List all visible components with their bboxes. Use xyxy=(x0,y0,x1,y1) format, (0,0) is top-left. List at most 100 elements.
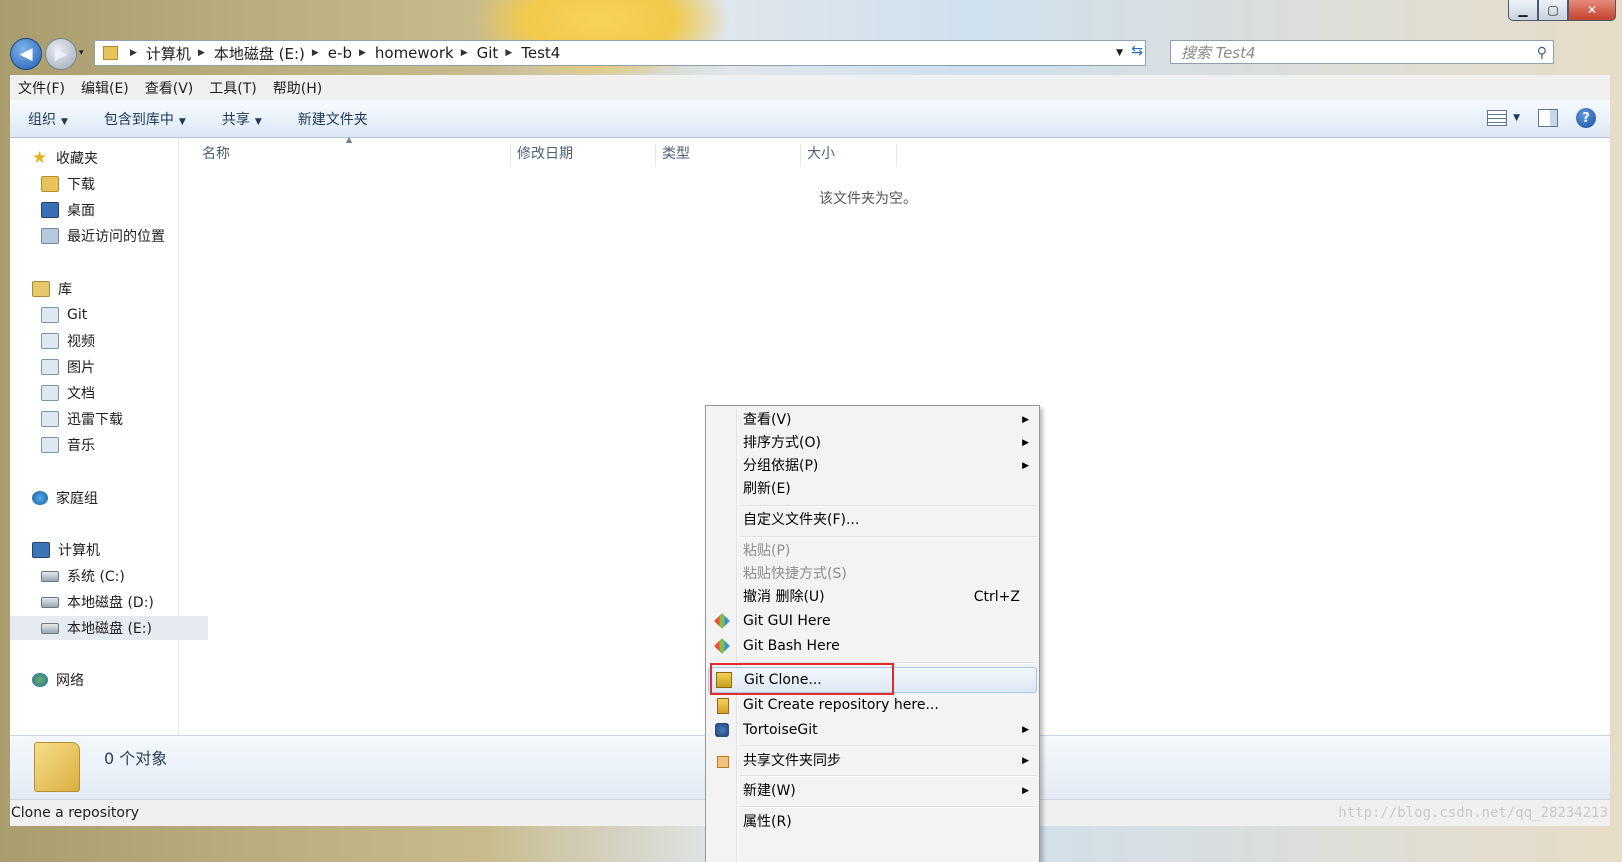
nav-recent-places[interactable]: 最近访问的位置 xyxy=(10,224,165,248)
breadcrumb-test4[interactable]: Test4 xyxy=(521,44,560,62)
column-header-size[interactable]: 大小 xyxy=(801,144,897,166)
help-icon[interactable]: ? xyxy=(1576,108,1596,128)
nav-label: 系统 (C:) xyxy=(67,569,125,585)
nav-drive-d[interactable]: 本地磁盘 (D:) xyxy=(10,590,154,614)
nav-favorites[interactable]: ★ 收藏夹 xyxy=(10,146,98,170)
menu-item-label: 自定义文件夹(F)... xyxy=(743,512,860,528)
nav-lib-documents[interactable]: 文档 xyxy=(10,381,95,405)
change-view-icon[interactable] xyxy=(1487,110,1508,126)
menu-item-undo-delete[interactable]: 撤消 删除(U) Ctrl+Z xyxy=(708,586,1037,608)
include-in-library-button[interactable]: 包含到库中 ▼ xyxy=(86,109,204,129)
menu-file[interactable]: 文件(F) xyxy=(10,78,73,98)
breadcrumb-git[interactable]: Git xyxy=(477,44,499,62)
object-count: 0 个对象 xyxy=(104,749,168,768)
menu-item-refresh[interactable]: 刷新(E) xyxy=(708,478,1037,500)
nav-computer[interactable]: 计算机 xyxy=(10,538,100,562)
navigation-bar: ◀ ▶ ▾ ▶ 计算机 ▶ 本地磁盘 (E:) ▶ e-b ▶ homework… xyxy=(10,36,1610,70)
nav-label: 收藏夹 xyxy=(56,151,98,167)
column-header-name[interactable]: 名称 xyxy=(196,144,511,166)
close-button[interactable]: ✕ xyxy=(1568,0,1616,21)
new-folder-label: 新建文件夹 xyxy=(297,111,368,128)
menu-item-sort-by[interactable]: 排序方式(O) ▶ xyxy=(708,432,1037,454)
breadcrumb-arrow-icon[interactable]: ▶ xyxy=(505,48,512,58)
context-menu: 查看(V) ▶ 排序方式(O) ▶ 分组依据(P) ▶ 刷新(E) 自定义文件夹(F)… xyxy=(705,405,1040,862)
column-header-date-modified[interactable]: 修改日期 xyxy=(511,144,656,166)
nav-libraries[interactable]: 库 xyxy=(10,277,72,301)
nav-label: 计算机 xyxy=(58,543,100,559)
menu-item-git-create-repository[interactable]: Git Create repository here... xyxy=(708,694,1037,716)
nav-drive-c[interactable]: 系统 (C:) xyxy=(10,564,125,588)
address-dropdown-icon[interactable]: ▼ xyxy=(1116,48,1123,58)
breadcrumb-arrow-icon[interactable]: ▶ xyxy=(130,48,137,58)
menu-item-label: 共享文件夹同步 xyxy=(743,753,841,769)
menu-item-customize-folder[interactable]: 自定义文件夹(F)... xyxy=(708,509,1037,531)
breadcrumb-arrow-icon[interactable]: ▶ xyxy=(461,48,468,58)
nav-lib-videos[interactable]: 视频 xyxy=(10,329,95,353)
minimize-button[interactable]: ▁ xyxy=(1508,0,1538,21)
share-button[interactable]: 共享 ▼ xyxy=(204,109,280,129)
chevron-down-icon[interactable]: ▼ xyxy=(1513,113,1520,123)
nav-lib-git[interactable]: Git xyxy=(10,303,87,327)
submenu-arrow-icon: ▶ xyxy=(1022,461,1029,471)
forward-button[interactable]: ▶ xyxy=(45,38,77,70)
organize-button[interactable]: 组织 ▼ xyxy=(10,109,86,129)
picture-library-icon xyxy=(41,359,59,375)
menu-item-tortoisegit[interactable]: TortoiseGit ▶ xyxy=(708,719,1037,741)
status-text: Clone a repository xyxy=(11,805,139,821)
menu-separator xyxy=(740,505,1037,507)
column-header-type[interactable]: 类型 xyxy=(656,144,801,166)
share-sync-icon xyxy=(717,756,729,768)
command-bar: 组织 ▼ 包含到库中 ▼ 共享 ▼ 新建文件夹 ▼ ? xyxy=(10,100,1610,138)
nav-downloads[interactable]: 下载 xyxy=(10,172,95,196)
nav-label: 最近访问的位置 xyxy=(67,229,165,245)
breadcrumb-homework[interactable]: homework xyxy=(375,44,454,62)
empty-folder-message: 该文件夹为空。 xyxy=(819,191,917,207)
menu-view[interactable]: 查看(V) xyxy=(137,78,202,98)
menu-item-properties[interactable]: 属性(R) xyxy=(708,811,1037,833)
menu-item-label: 属性(R) xyxy=(743,814,792,830)
menu-separator xyxy=(740,745,1037,747)
nav-desktop[interactable]: 桌面 xyxy=(10,198,95,222)
menu-tools[interactable]: 工具(T) xyxy=(201,78,264,98)
include-in-library-label: 包含到库中 xyxy=(103,111,174,128)
commandbar-right-tools: ▼ ? xyxy=(1487,108,1596,128)
menu-separator xyxy=(740,806,1037,808)
menu-item-label: 分组依据(P) xyxy=(743,458,819,474)
nav-label: 库 xyxy=(58,282,72,298)
maximize-button[interactable]: ▢ xyxy=(1538,0,1568,21)
search-input[interactable]: 搜索 Test4 ⚲ xyxy=(1170,40,1554,64)
search-icon[interactable]: ⚲ xyxy=(1537,41,1547,65)
breadcrumb-e-b[interactable]: e-b xyxy=(328,44,352,62)
submenu-arrow-icon: ▶ xyxy=(1022,415,1029,425)
menu-item-view[interactable]: 查看(V) ▶ xyxy=(708,409,1037,431)
submenu-arrow-icon: ▶ xyxy=(1022,725,1029,735)
menu-item-new[interactable]: 新建(W) ▶ xyxy=(708,780,1037,802)
breadcrumb-arrow-icon[interactable]: ▶ xyxy=(359,48,366,58)
menu-item-git-bash-here[interactable]: Git Bash Here xyxy=(708,635,1037,657)
nav-lib-music[interactable]: 音乐 xyxy=(10,433,95,457)
nav-lib-pictures[interactable]: 图片 xyxy=(10,355,95,379)
preview-pane-icon[interactable] xyxy=(1538,109,1558,127)
menu-item-label: 查看(V) xyxy=(743,412,792,428)
breadcrumb-arrow-icon[interactable]: ▶ xyxy=(312,48,319,58)
menu-edit[interactable]: 编辑(E) xyxy=(73,78,137,98)
address-bar[interactable]: ▶ 计算机 ▶ 本地磁盘 (E:) ▶ e-b ▶ homework ▶ Git… xyxy=(94,40,1146,66)
back-button[interactable]: ◀ xyxy=(10,38,42,70)
nav-homegroup[interactable]: 家庭组 xyxy=(10,486,98,510)
recent-pages-dropdown[interactable]: ▾ xyxy=(79,48,84,58)
breadcrumb-computer[interactable]: 计算机 xyxy=(146,43,191,64)
nav-lib-thunder[interactable]: 迅雷下载 xyxy=(10,407,123,431)
menu-item-share-folder-sync[interactable]: 共享文件夹同步 ▶ xyxy=(708,750,1037,772)
menu-item-label: 撤消 删除(U) xyxy=(743,589,825,605)
breadcrumb-arrow-icon[interactable]: ▶ xyxy=(198,48,205,58)
menu-item-git-gui-here[interactable]: Git GUI Here xyxy=(708,610,1037,632)
refresh-icon[interactable]: ⇆ xyxy=(1131,43,1143,59)
menu-item-group-by[interactable]: 分组依据(P) ▶ xyxy=(708,455,1037,477)
nav-network[interactable]: 网络 xyxy=(10,668,84,692)
homegroup-icon xyxy=(32,491,48,505)
breadcrumb-drive-e[interactable]: 本地磁盘 (E:) xyxy=(214,43,305,64)
menu-item-paste-shortcut: 粘贴快捷方式(S) xyxy=(708,563,1037,585)
menu-help[interactable]: 帮助(H) xyxy=(265,78,330,98)
library-icon xyxy=(32,281,50,297)
new-folder-button[interactable]: 新建文件夹 xyxy=(280,109,386,129)
